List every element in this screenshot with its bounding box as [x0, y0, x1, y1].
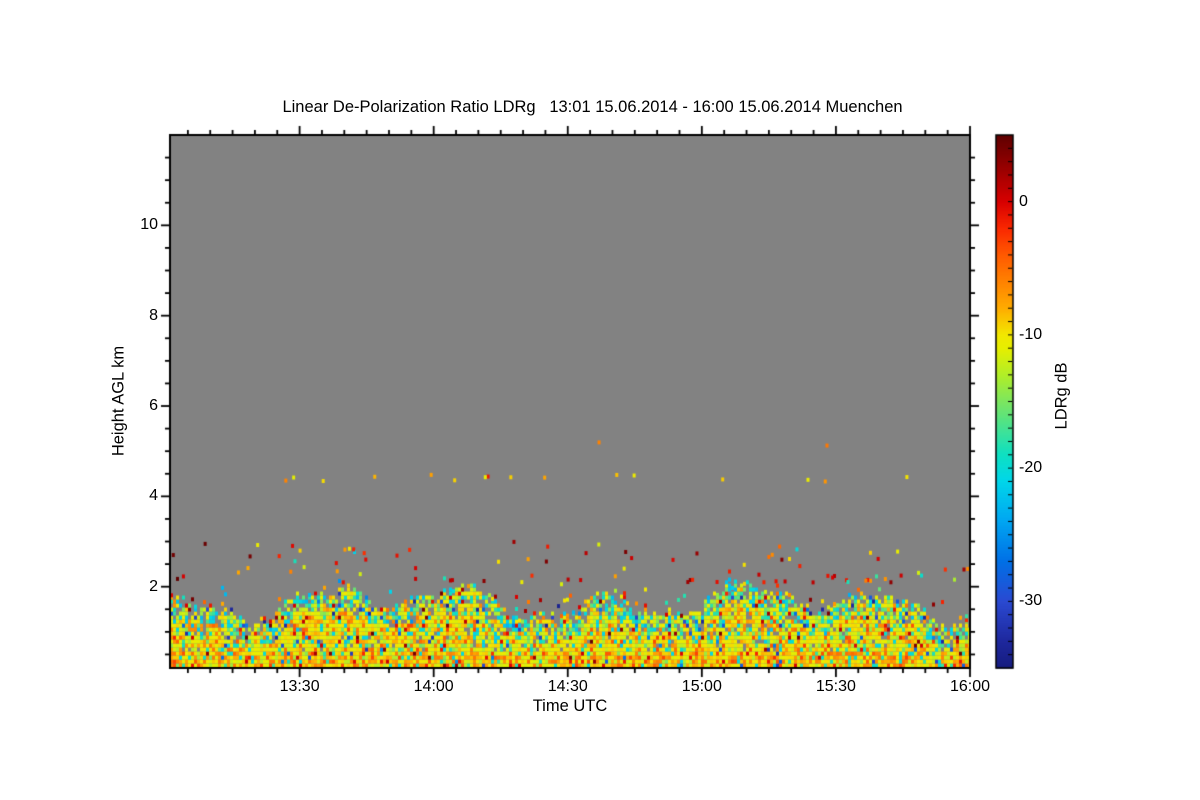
- y-tick-label: 2: [149, 577, 158, 595]
- colorbar-tick-label: -30: [1019, 592, 1043, 610]
- chart-title: Linear De-Polarization Ratio LDRg 13:01 …: [282, 98, 903, 116]
- x-tick-label: 14:30: [547, 678, 588, 695]
- x-axis-title: Time UTC: [532, 697, 608, 715]
- colorbar-title: LDRg dB: [1052, 362, 1071, 430]
- x-tick-label: 15:00: [681, 678, 722, 695]
- y-tick-label: 8: [149, 306, 158, 324]
- x-tick-label: 14:00: [413, 678, 454, 695]
- colorbar-tick-label: -10: [1019, 325, 1043, 343]
- colorbar-tick-label: -20: [1019, 459, 1043, 477]
- heatmap-canvas: [0, 0, 1200, 800]
- ldr-time-height-figure: Linear De-Polarization Ratio LDRg 13:01 …: [0, 0, 1200, 800]
- y-tick-label: 4: [149, 487, 158, 505]
- y-tick-label: 10: [140, 216, 158, 234]
- colorbar-tick-label: 0: [1019, 192, 1028, 210]
- x-tick-label: 13:30: [279, 678, 320, 695]
- x-tick-label: 15:30: [815, 678, 856, 695]
- x-tick-label: 16:00: [949, 678, 991, 695]
- y-tick-label: 6: [149, 397, 158, 415]
